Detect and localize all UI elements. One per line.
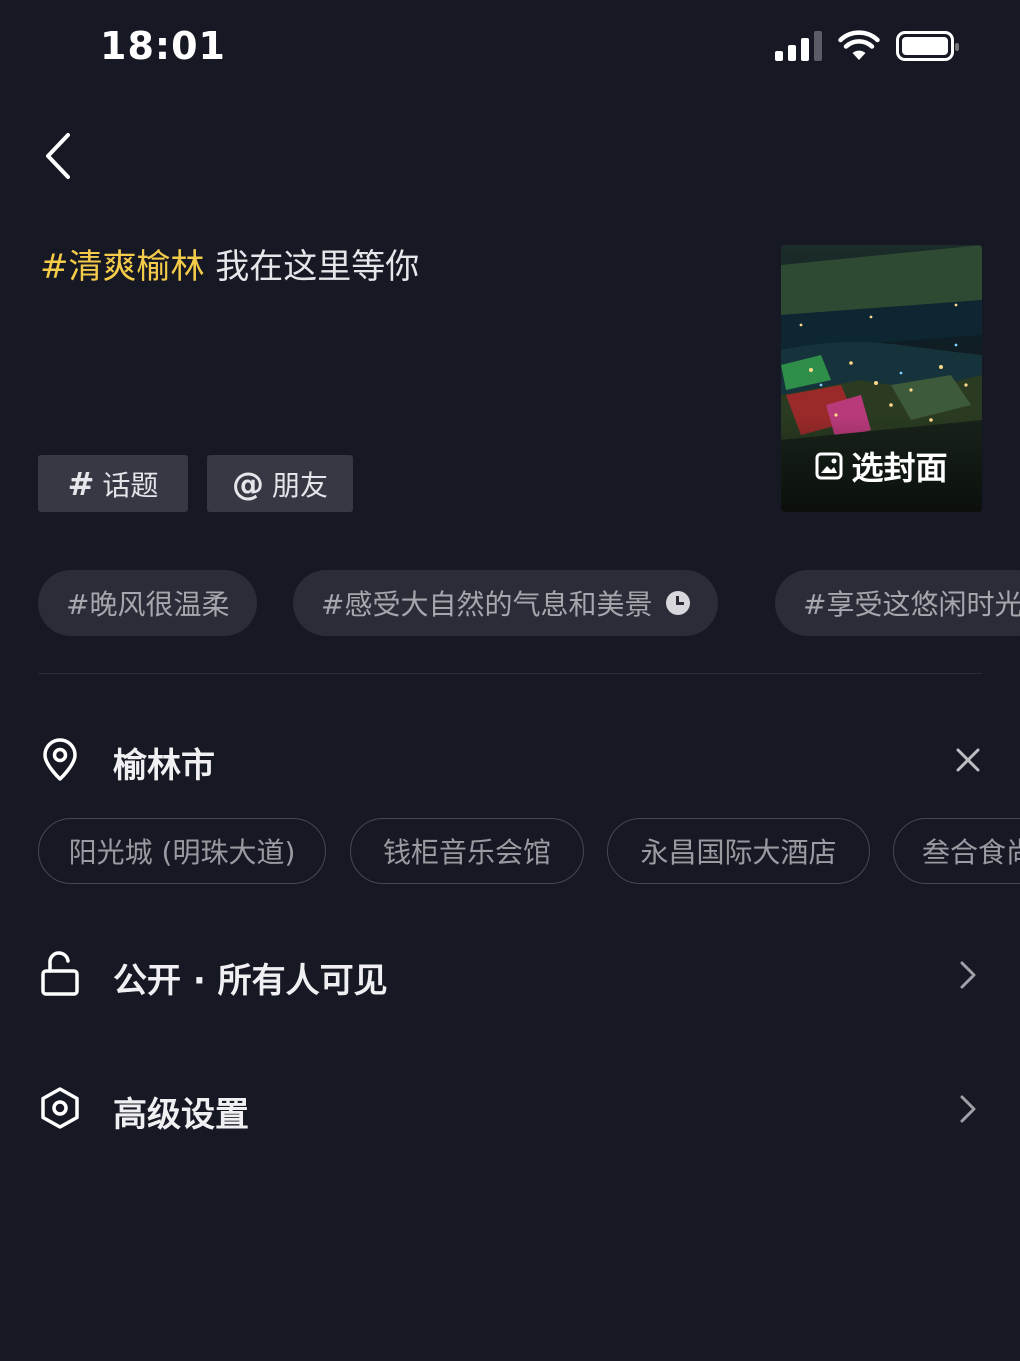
unlock-icon (38, 951, 82, 996)
at-symbol: @ (231, 464, 264, 503)
status-icons (775, 30, 959, 62)
mention-friend-button[interactable]: @ 朋友 (207, 455, 353, 512)
settings-hexagon-icon (38, 1086, 82, 1130)
topic-button[interactable]: # 话题 (38, 455, 188, 512)
friend-label: 朋友 (271, 468, 328, 502)
clock-icon (666, 591, 691, 615)
visibility-arrow[interactable] (952, 959, 984, 991)
location-pin-icon (38, 738, 82, 782)
chevron-right-icon (960, 1095, 976, 1123)
visibility-label[interactable]: 公开 · 所有人可见 (113, 953, 388, 1002)
hashtag-chip-label: #享受这悠闲时光 (803, 588, 1020, 621)
advanced-settings-arrow[interactable] (952, 1093, 984, 1125)
hashtag-chip[interactable]: #晚风很温柔 (38, 570, 258, 636)
image-icon (815, 452, 843, 480)
close-icon (956, 748, 980, 772)
advanced-settings-label[interactable]: 高级设置 (113, 1087, 249, 1136)
battery-icon (896, 31, 959, 61)
publish-screen: 18:01 #清爽榆林 我在这里等你 选封面 # 话题 @ 朋友 #晚风很温柔 … (0, 0, 1020, 1361)
caption-hashtag[interactable]: #清爽榆林 (40, 247, 205, 287)
location-chip-label: 叁合食尚 (922, 836, 1020, 869)
wifi-icon (838, 30, 880, 60)
select-cover-button[interactable]: 选封面 (781, 416, 982, 512)
location-chip[interactable]: 阳光城 (明珠大道) (38, 818, 326, 884)
location-chip-label: 永昌国际大酒店 (640, 836, 837, 869)
clear-location-button[interactable] (952, 744, 984, 776)
location-chip[interactable]: 永昌国际大酒店 (607, 818, 870, 884)
divider (38, 673, 982, 674)
cellular-signal-icon (775, 31, 822, 61)
hashtag-chip-label: #晚风很温柔 (66, 588, 230, 621)
chevron-right-icon (960, 961, 976, 989)
caption-text: 我在这里等你 (204, 247, 420, 287)
chevron-left-icon (46, 133, 70, 179)
location-chip[interactable]: 叁合食尚 (893, 818, 1020, 884)
topic-label: 话题 (102, 468, 159, 502)
location-label[interactable]: 榆林市 (113, 738, 215, 787)
location-chip-label: 钱柜音乐会馆 (382, 836, 551, 869)
hashtag-chip-label: #感受大自然的气息和美景 (321, 588, 653, 621)
back-button[interactable] (36, 128, 80, 184)
status-time: 18:01 (100, 24, 226, 68)
caption-input[interactable]: #清爽榆林 我在这里等你 (40, 245, 419, 289)
hashtag-symbol: # (67, 464, 95, 503)
location-chip-label: 阳光城 (明珠大道) (68, 836, 296, 869)
location-chip[interactable]: 钱柜音乐会馆 (350, 818, 584, 884)
select-cover-label: 选封面 (851, 449, 948, 487)
hashtag-chip[interactable]: #享受这悠闲时光 (775, 570, 1020, 636)
cover-thumbnail[interactable]: 选封面 (781, 245, 982, 512)
hashtag-chip[interactable]: #感受大自然的气息和美景 (293, 570, 719, 636)
